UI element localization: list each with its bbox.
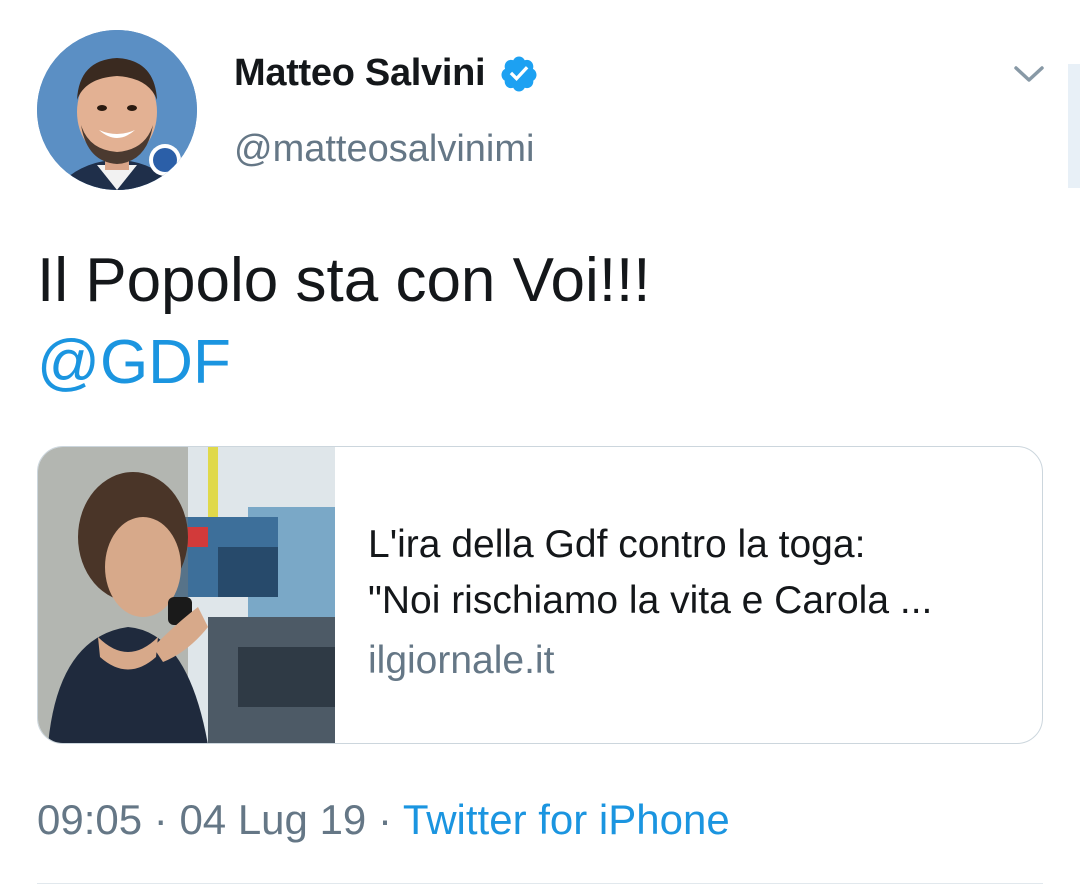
tweet-text: Il Popolo sta con Voi!!! @GDF (37, 240, 1037, 404)
divider (37, 883, 1043, 884)
author-handle[interactable]: @matteosalvinimi (234, 128, 534, 171)
card-domain[interactable]: ilgiornale.it (368, 633, 1018, 689)
card-title-line1[interactable]: L'ira della Gdf contro la toga: (368, 517, 1018, 573)
verified-badge-icon (499, 54, 539, 94)
avatar[interactable] (37, 30, 197, 190)
scrollbar[interactable] (1068, 64, 1080, 188)
author-display-name[interactable]: Matteo Salvini (234, 52, 486, 95)
link-card[interactable]: L'ira della Gdf contro la toga: "Noi ris… (37, 446, 1043, 744)
tweet-date[interactable]: 04 Lug 19 (179, 796, 366, 843)
article-photo-icon (38, 447, 335, 743)
author-name-row[interactable]: Matteo Salvini (234, 52, 539, 95)
mention-link[interactable]: @GDF (37, 322, 1037, 404)
card-title-line2[interactable]: "Noi rischiamo la vita e Carola ... (368, 573, 1018, 629)
meta-separator: · (366, 796, 403, 843)
profile-photo-icon (37, 30, 197, 190)
tweet-body: Il Popolo sta con Voi!!! (37, 246, 651, 315)
tweet-meta: 09:05 · 04 Lug 19 · Twitter for iPhone (37, 796, 730, 844)
tweet-time[interactable]: 09:05 (37, 796, 142, 843)
chevron-down-icon[interactable] (1008, 58, 1050, 88)
tweet-source-link[interactable]: Twitter for iPhone (403, 796, 730, 843)
card-text[interactable]: L'ira della Gdf contro la toga: "Noi ris… (368, 517, 1018, 689)
meta-separator: · (142, 796, 180, 843)
